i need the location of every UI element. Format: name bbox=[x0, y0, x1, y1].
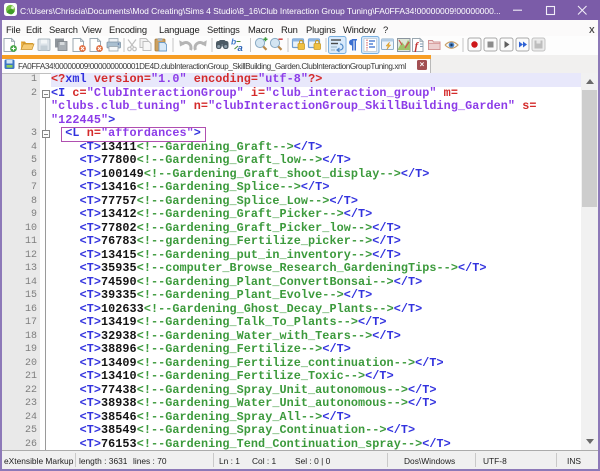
svg-text:a: a bbox=[238, 43, 243, 54]
svg-text:b: b bbox=[231, 37, 236, 47]
